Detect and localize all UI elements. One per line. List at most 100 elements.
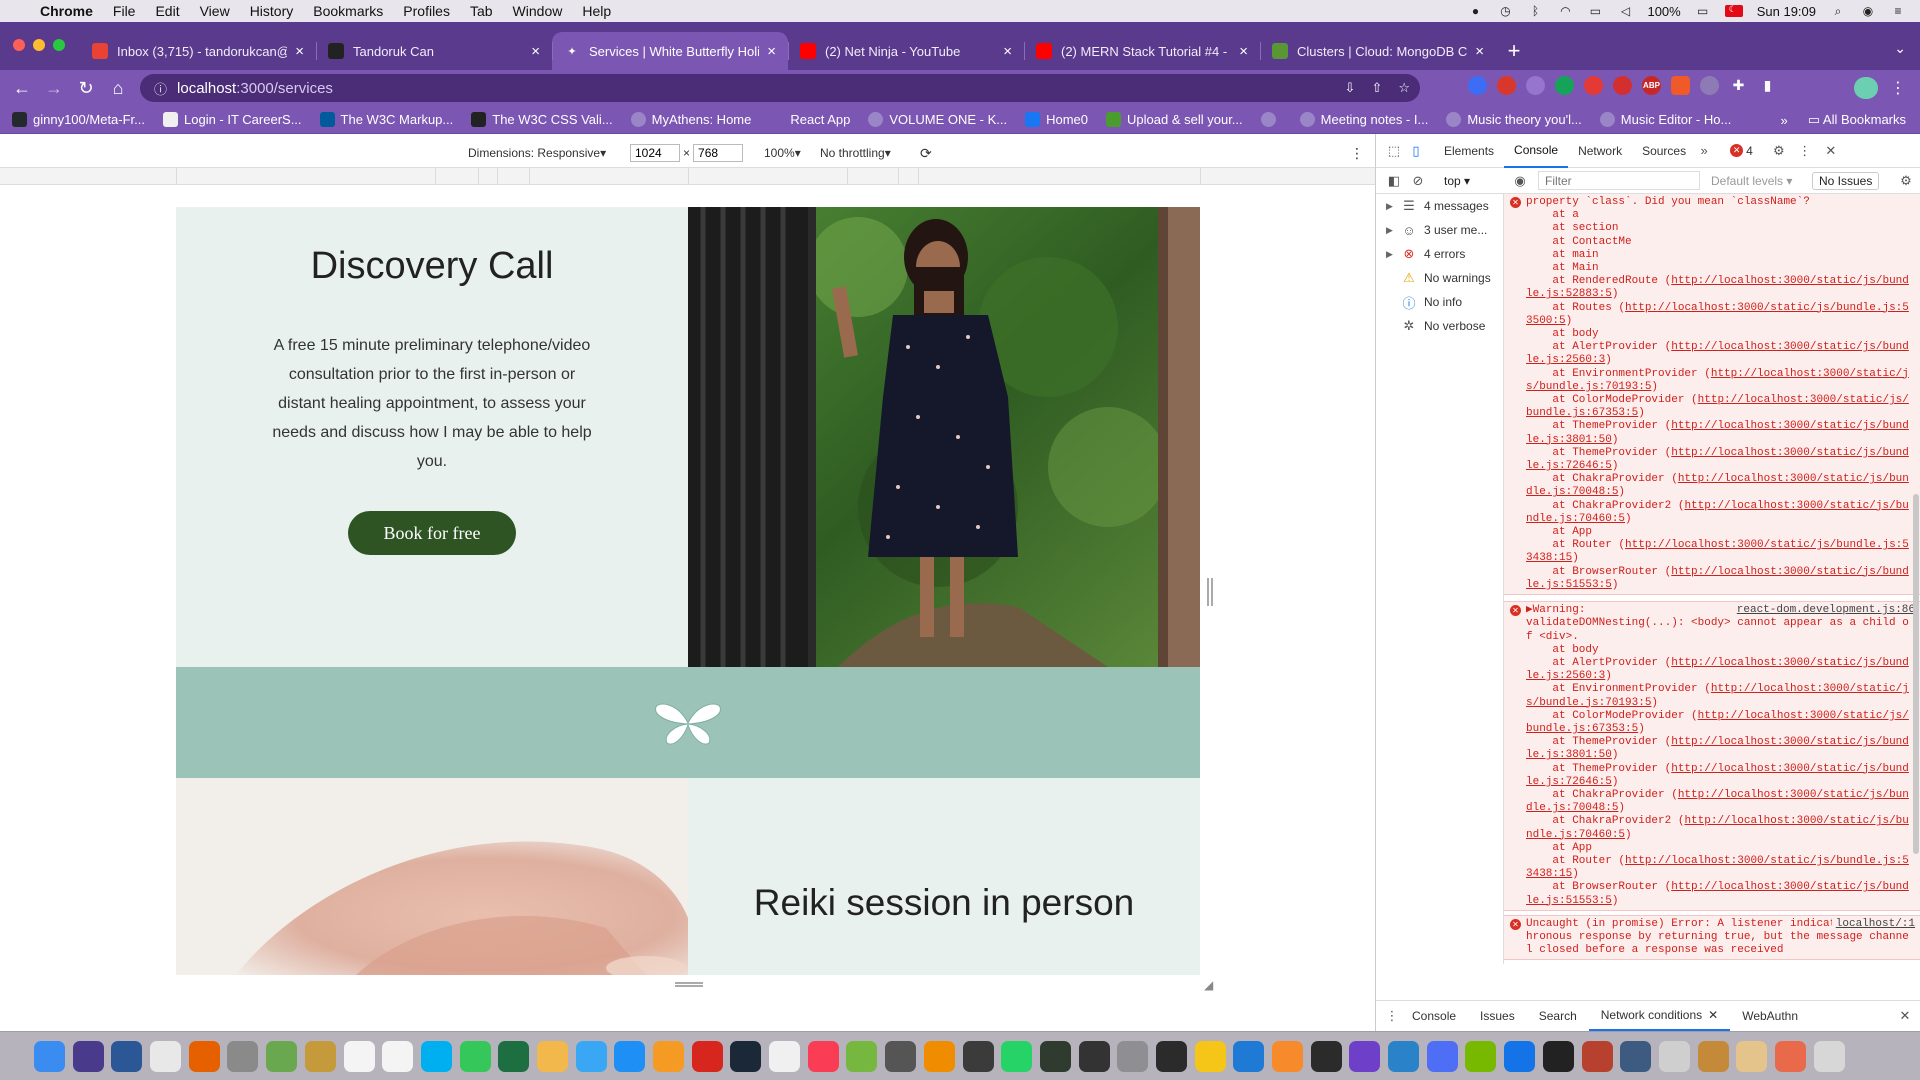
console-scrollbar[interactable] [1913,494,1919,854]
menu-tab[interactable]: Tab [470,3,493,19]
install-app-icon[interactable]: ⇩ [1345,80,1356,96]
time-machine-icon[interactable]: ◷ [1497,4,1513,18]
extension-video-icon[interactable] [1584,76,1603,95]
tab-search-chevron-icon[interactable]: ⌄ [1894,40,1906,57]
instruments-icon[interactable] [1426,1040,1458,1072]
site-info-icon[interactable]: ⓘ [154,79,167,98]
bookmark-item[interactable]: The W3C Markup... [319,112,453,127]
bookmark-item[interactable]: React App [769,112,850,127]
devtools-tab-network[interactable]: Network [1568,134,1632,168]
wifi-icon[interactable]: ◠ [1557,4,1573,18]
reload-icon[interactable]: ↻ [70,74,102,102]
bookmark-item[interactable]: The W3C CSS Vali... [471,112,613,127]
console-sidebar-item[interactable]: ▶ ☺ 3 user me... [1376,218,1503,242]
siri-icon[interactable] [72,1040,104,1072]
devtools-tab-console[interactable]: Console [1504,134,1569,168]
piano-icon[interactable] [1542,1040,1574,1072]
inspect-element-icon[interactable]: ⬚ [1386,143,1402,159]
menu-profiles[interactable]: Profiles [403,3,450,19]
back-arrow-icon[interactable]: ← [6,74,38,102]
extension-cloud-icon[interactable] [1700,76,1719,95]
rotate-icon[interactable]: ⟳ [920,145,932,162]
bookmark-item[interactable]: Home0 [1025,112,1088,127]
more-tabs-chevron-icon[interactable]: » [1696,143,1712,159]
activity-icon[interactable] [1310,1040,1342,1072]
console-sidebar-item[interactable]: ▶ ⊗ 4 errors [1376,242,1503,266]
excel-icon[interactable] [498,1040,530,1072]
steam-icon[interactable] [730,1040,762,1072]
word-icon[interactable] [111,1040,143,1072]
blocker-icon[interactable] [1078,1040,1110,1072]
airplay-icon[interactable]: ▭ [1587,4,1603,18]
console-sidebar-item[interactable]: ⚠ No warnings [1376,266,1503,290]
skype-icon[interactable] [420,1040,452,1072]
menu-app-chrome[interactable]: Chrome [40,3,93,19]
forward-arrow-icon[interactable]: → [38,74,70,102]
browser-tab[interactable]: Clusters | Cloud: MongoDB Clo × [1260,32,1496,70]
viewport-resize-handle-bottom[interactable] [675,982,703,987]
bookmark-item[interactable]: Music Editor - Ho... [1599,112,1731,127]
chrome-icon[interactable] [150,1040,182,1072]
messages-icon[interactable] [575,1040,607,1072]
battery-icon[interactable]: ▭ [1695,4,1711,18]
finder-icon[interactable] [34,1040,65,1072]
viewport-height-input[interactable] [693,144,744,162]
devtools-tab-sources[interactable]: Sources [1632,134,1696,168]
browser-tab[interactable]: Tandoruk Can × [316,32,552,70]
adblock-icon[interactable]: ABP [1642,76,1661,95]
console-sidebar-item[interactable]: ✲ No verbose [1376,314,1503,338]
browser-icon[interactable] [1388,1040,1420,1072]
menu-history[interactable]: History [250,3,294,19]
finalcut-icon[interactable] [962,1040,994,1072]
drawer-tab-issues[interactable]: Issues [1468,1001,1527,1031]
side-panel-icon[interactable]: ▮ [1758,76,1777,95]
bookmark-item[interactable]: Upload & sell your... [1106,112,1243,127]
close-tab-icon[interactable]: × [295,43,304,60]
menu-file[interactable]: File [113,3,136,19]
vscode-icon[interactable] [1233,1040,1265,1072]
script-icon[interactable] [1736,1040,1768,1072]
browser-tab[interactable]: (2) MERN Stack Tutorial #4 - M × [1024,32,1260,70]
devtools-more-icon[interactable]: ⋮ [1797,143,1813,159]
close-window-icon[interactable] [13,39,25,51]
bookmark-item[interactable]: Music theory you'l... [1446,112,1582,127]
zoom-select[interactable]: 100% ▾ [764,146,801,160]
menu-edit[interactable]: Edit [155,3,179,19]
context-select[interactable]: top ▾ [1444,174,1470,188]
message-source-link[interactable]: localhost/:1 [1831,917,1915,931]
bluetooth-icon[interactable]: ᛒ [1527,4,1543,18]
bookmark-item[interactable] [1260,112,1282,127]
acrobat-icon[interactable] [691,1040,723,1072]
close-tab-icon[interactable]: × [767,43,776,60]
profile-avatar[interactable] [1854,77,1878,99]
extension-circle-icon[interactable] [1526,76,1545,95]
drawer-tab-console[interactable]: Console [1400,1001,1468,1031]
extensions-puzzle-icon[interactable]: ✚ [1729,76,1748,95]
bookmark-item[interactable]: MyAthens: Home [630,112,751,127]
bookmark-star-icon[interactable]: ☆ [1398,80,1410,96]
zoom-window-icon[interactable] [53,39,65,51]
close-tab-icon[interactable]: × [1239,43,1248,60]
message-source-link[interactable]: react-dom.development.js:86 [1737,604,1915,617]
console-settings-gear-icon[interactable]: ⚙ [1898,173,1914,189]
ladybug-icon[interactable]: ● [1467,4,1483,18]
close-tab-icon[interactable]: × [1003,43,1012,60]
close-tab-icon[interactable]: ✕ [1708,1008,1718,1022]
drawer-tab-network-conditions[interactable]: Network conditions ✕ [1588,1001,1731,1031]
address-bar[interactable]: ⓘ localhost:3000/services ⇩ ⇧ ☆ [140,74,1420,102]
books-icon[interactable] [653,1040,684,1072]
throttle-select[interactable]: No throttling ▾ [820,146,891,160]
notes-icon[interactable] [304,1040,336,1072]
utorrent-icon[interactable] [846,1040,878,1072]
folder-icon[interactable] [1697,1040,1729,1072]
firefox-icon[interactable] [188,1040,220,1072]
console-sidebar-item[interactable]: ▶ ☰ 4 messages [1376,194,1503,218]
xcode-icon[interactable] [1504,1040,1536,1072]
game-icon[interactable] [1581,1040,1613,1072]
error-count-badge[interactable]: ✕ 4 [1730,144,1753,158]
close-tab-icon[interactable]: × [531,43,540,60]
volume-icon[interactable]: ◁ [1617,4,1633,18]
reminders-icon[interactable] [382,1040,414,1072]
all-bookmarks[interactable]: ▭ All Bookmarks [1808,112,1906,128]
bookmark-item[interactable]: Login - IT CareerS... [163,112,302,127]
